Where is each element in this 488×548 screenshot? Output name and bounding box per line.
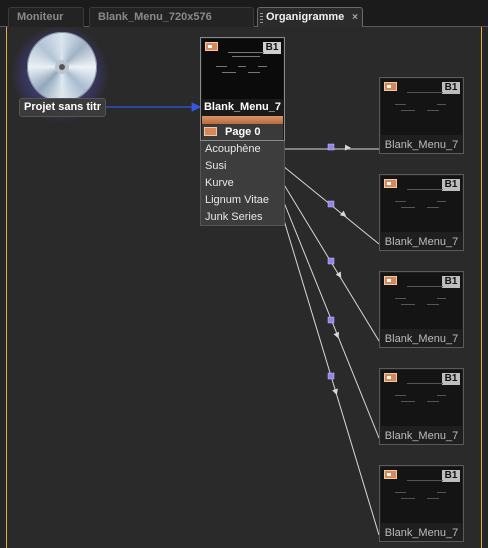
tab-bar: Moniteur Blank_Menu_720x576 Organigramme… — [0, 0, 488, 27]
target-thumbnail: B1 — [381, 467, 462, 523]
preview-line — [427, 304, 439, 305]
target-menu-node[interactable]: B1 Blank_Menu_7 — [379, 174, 464, 251]
drag-grip-icon[interactable] — [260, 13, 263, 23]
menu-title: Blank_Menu_7 — [202, 99, 283, 116]
preview-line — [238, 66, 246, 67]
preview-line — [401, 207, 415, 208]
preview-line — [228, 52, 264, 53]
target-thumbnail: B1 — [381, 79, 462, 135]
preview-line — [427, 207, 439, 208]
button-item-kurve[interactable]: Kurve — [205, 175, 234, 192]
button-item-junk-series[interactable]: Junk Series — [205, 209, 262, 226]
preview-line — [395, 395, 406, 396]
button-item-acouphene[interactable]: Acouphène — [205, 141, 261, 158]
preview-line — [395, 201, 406, 202]
menu-thumbnail: B1 — [202, 39, 283, 99]
target-menu-node[interactable]: B1 Blank_Menu_7 — [379, 77, 464, 154]
button-item-lignum-vitae[interactable]: Lignum Vitae — [205, 192, 269, 209]
preview-line — [427, 498, 439, 499]
tab-label: Blank_Menu_720x576 — [98, 11, 212, 23]
preview-line — [437, 298, 446, 299]
target-title: Blank_Menu_7 — [384, 333, 459, 345]
preview-line — [232, 56, 260, 57]
target-menu-node[interactable]: B1 Blank_Menu_7 — [379, 368, 464, 445]
target-thumbnail: B1 — [381, 176, 462, 232]
page-icon — [204, 127, 217, 136]
button-set-badge: B1 — [442, 276, 460, 288]
target-menu-node[interactable]: B1 Blank_Menu_7 — [379, 271, 464, 348]
preview-line — [401, 401, 415, 402]
preview-line — [427, 401, 439, 402]
tab-label: Moniteur — [17, 11, 64, 23]
preview-line — [407, 92, 443, 93]
button-item-susi[interactable]: Susi — [205, 158, 226, 175]
preview-line — [407, 480, 443, 481]
close-icon[interactable]: × — [352, 8, 358, 27]
preview-line — [401, 110, 415, 111]
button-list: Acouphène Susi Kurve Lignum Vitae Junk S… — [200, 141, 285, 226]
target-title: Blank_Menu_7 — [384, 139, 459, 151]
preview-line — [437, 395, 446, 396]
preview-line — [407, 383, 443, 384]
menu-icon — [384, 470, 397, 479]
tab-moniteur[interactable]: Moniteur — [8, 7, 84, 27]
page-label: Page 0 — [225, 126, 261, 138]
menu-accent-bar — [202, 116, 283, 124]
target-title: Blank_Menu_7 — [384, 430, 459, 442]
preview-line — [395, 298, 406, 299]
menu-icon — [205, 42, 218, 51]
project-label[interactable]: Projet sans titr — [19, 98, 106, 117]
menu-icon — [384, 276, 397, 285]
menu-icon — [384, 82, 397, 91]
preview-line — [437, 201, 446, 202]
button-set-badge: B1 — [442, 373, 460, 385]
target-thumbnail: B1 — [381, 370, 462, 426]
preview-line — [407, 286, 443, 287]
page-row[interactable]: Page 0 — [202, 124, 283, 140]
button-set-badge: B1 — [442, 470, 460, 482]
disc-center — [59, 64, 65, 70]
preview-line — [437, 104, 446, 105]
preview-line — [216, 66, 227, 67]
button-set-badge: B1 — [442, 82, 460, 94]
preview-line — [427, 110, 439, 111]
preview-line — [222, 72, 236, 73]
preview-line — [401, 304, 415, 305]
target-thumbnail: B1 — [381, 273, 462, 329]
target-title: Blank_Menu_7 — [384, 527, 459, 539]
menu-icon — [384, 373, 397, 382]
target-title: Blank_Menu_7 — [384, 236, 459, 248]
disc-icon[interactable] — [27, 32, 97, 102]
preview-line — [401, 498, 415, 499]
menu-icon — [384, 179, 397, 188]
preview-line — [407, 189, 443, 190]
preview-line — [258, 66, 267, 67]
button-set-badge: B1 — [263, 42, 281, 54]
tab-blank-menu[interactable]: Blank_Menu_720x576 — [89, 7, 254, 27]
preview-line — [437, 492, 446, 493]
tab-organigramme[interactable]: Organigramme × — [257, 7, 363, 27]
menu-node[interactable]: B1 Blank_Menu_7 Page 0 — [200, 37, 285, 141]
target-menu-node[interactable]: B1 Blank_Menu_7 — [379, 465, 464, 542]
preview-line — [248, 72, 260, 73]
button-set-badge: B1 — [442, 179, 460, 191]
tab-label: Organigramme — [266, 11, 345, 23]
preview-line — [395, 492, 406, 493]
preview-line — [395, 104, 406, 105]
